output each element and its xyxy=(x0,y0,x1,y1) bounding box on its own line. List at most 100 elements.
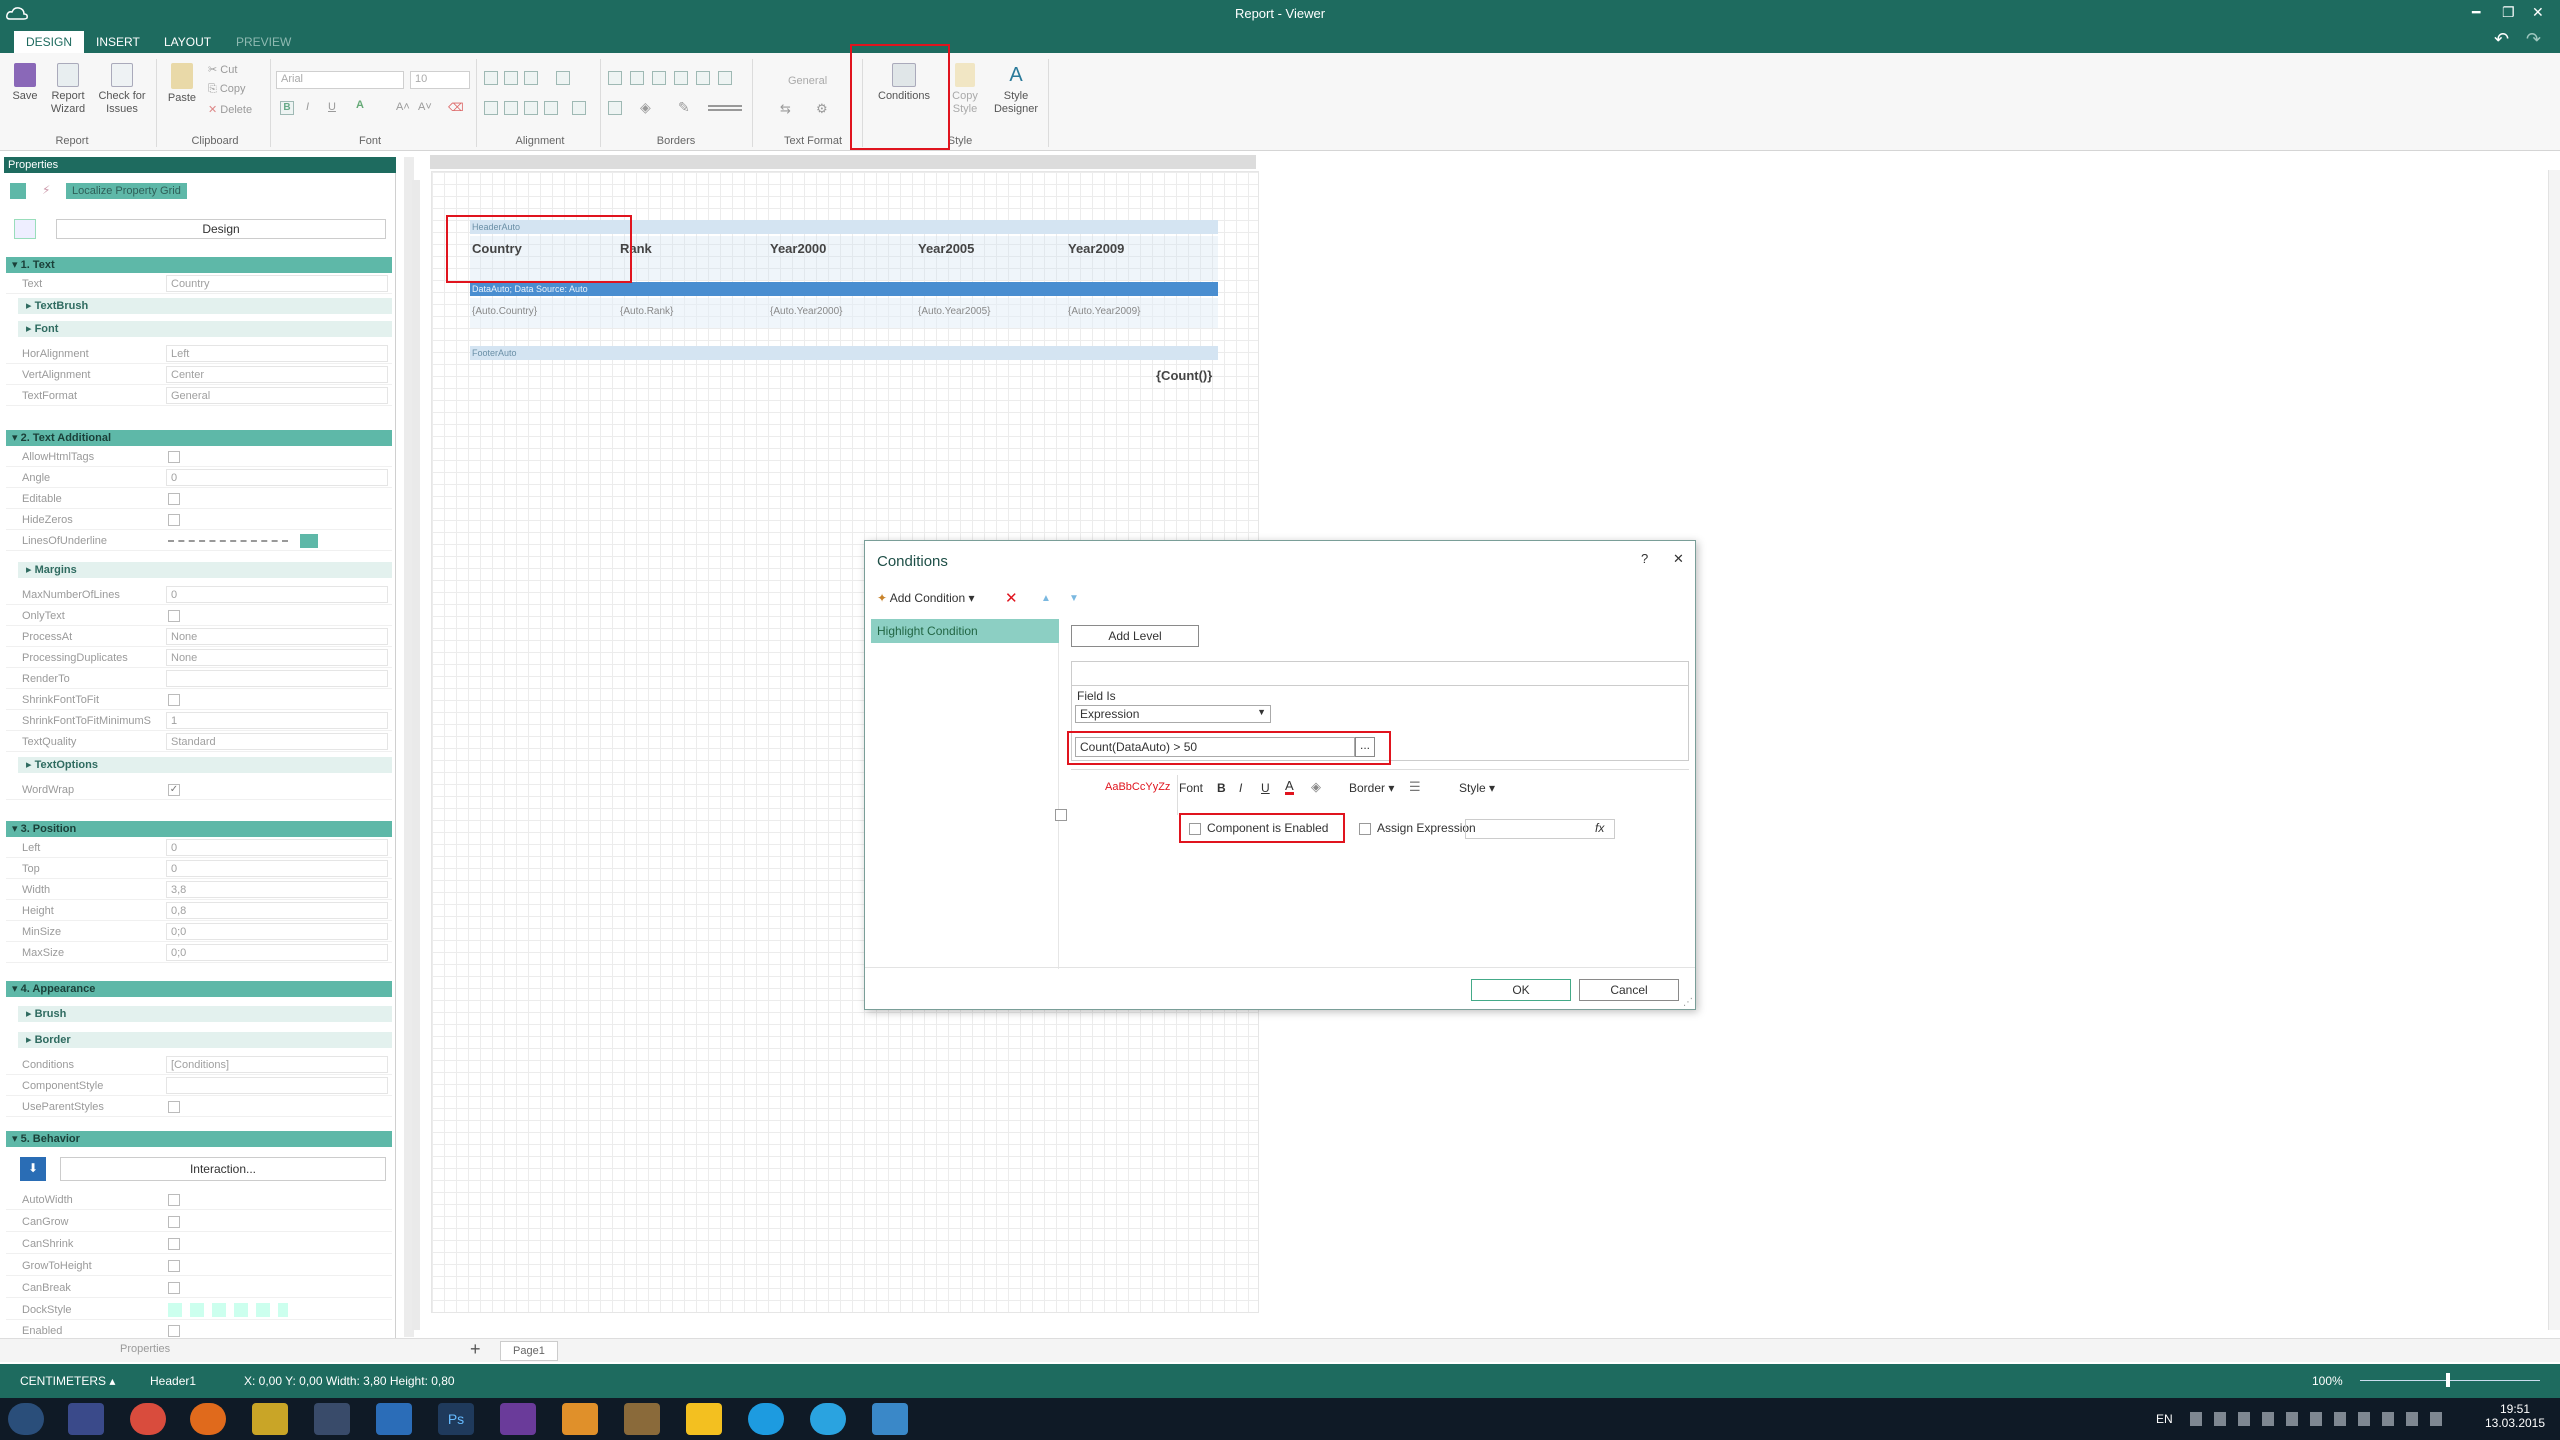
taskbar-app-icon[interactable] xyxy=(68,1403,104,1435)
font-button[interactable]: Font xyxy=(1179,781,1203,795)
clock[interactable]: 19:51 13.03.2015 xyxy=(2480,1402,2550,1430)
prop-textformat[interactable]: TextFormat General xyxy=(6,386,392,406)
prop-angle[interactable]: Angle 0 xyxy=(6,468,392,488)
data-cell[interactable]: {Auto.Country} xyxy=(472,306,537,317)
align-right-icon[interactable] xyxy=(524,101,538,115)
taskbar-app-icon[interactable] xyxy=(624,1403,660,1435)
data-cell[interactable]: {Auto.Rank} xyxy=(620,306,673,317)
font-color-button[interactable]: A xyxy=(356,99,364,111)
firefox-icon[interactable] xyxy=(190,1403,226,1435)
underline-button[interactable]: U xyxy=(328,101,336,113)
subcat-margins[interactable]: ▸ Margins xyxy=(18,562,392,578)
subcat-textoptions[interactable]: ▸ TextOptions xyxy=(18,757,392,773)
grow-font-button[interactable]: A˄ xyxy=(396,101,410,113)
skype-icon[interactable] xyxy=(748,1403,784,1435)
tab-layout[interactable]: LAYOUT xyxy=(152,31,223,53)
prop-vertalignment[interactable]: VertAlignment Center xyxy=(6,365,392,385)
bold-button[interactable]: B xyxy=(280,101,294,115)
prop-processingduplicates[interactable]: ProcessingDuplicates None xyxy=(6,648,392,668)
properties-tab[interactable]: Properties xyxy=(120,1343,170,1355)
prop-left[interactable]: Left 0 xyxy=(6,838,392,858)
prop-autowidth[interactable]: AutoWidth xyxy=(6,1190,392,1210)
tray-icons[interactable] xyxy=(2190,1412,2450,1426)
tab-insert[interactable]: INSERT xyxy=(84,31,152,53)
tab-preview[interactable]: PREVIEW xyxy=(224,31,303,53)
prop-componentstyle[interactable]: ComponentStyle xyxy=(6,1076,392,1096)
interaction-icon[interactable]: ⬇ xyxy=(20,1157,46,1181)
category-text-additional[interactable]: ▾ 2. Text Additional xyxy=(6,430,392,446)
prop-maxsize[interactable]: MaxSize 0;0 xyxy=(6,943,392,963)
zoom-thumb[interactable] xyxy=(2446,1373,2450,1387)
prop-textquality[interactable]: TextQuality Standard xyxy=(6,732,392,752)
prop-renderto[interactable]: RenderTo xyxy=(6,669,392,689)
font-name-combo[interactable]: Arial xyxy=(276,71,404,89)
interaction-button[interactable]: Interaction... xyxy=(60,1157,386,1181)
align-middle-icon[interactable] xyxy=(504,71,518,85)
photoshop-icon[interactable]: Ps xyxy=(438,1403,474,1435)
border-color-icon[interactable]: ✎ xyxy=(678,99,690,116)
taskbar-app-icon[interactable] xyxy=(252,1403,288,1435)
assign-expression-input[interactable] xyxy=(1465,819,1615,839)
prop-shrinkfonttofitminimum[interactable]: ShrinkFontToFitMinimumS 1 xyxy=(6,711,392,731)
border-right-icon[interactable] xyxy=(696,71,710,85)
data-band[interactable]: DataAuto; Data Source: Auto xyxy=(470,282,1218,296)
move-down-icon[interactable]: ▼ xyxy=(1069,593,1079,604)
design-icon[interactable] xyxy=(14,219,36,239)
prop-wordwrap[interactable]: WordWrap ✓ xyxy=(6,780,392,800)
prop-minsize[interactable]: MinSize 0;0 xyxy=(6,922,392,942)
tab-design[interactable]: DESIGN xyxy=(14,31,85,53)
resize-grip-icon[interactable]: ⋰ xyxy=(1683,997,1693,1008)
assign-expression-checkbox[interactable] xyxy=(1359,823,1371,835)
category-text[interactable]: ▾ 1. Text xyxy=(6,257,392,273)
prop-dockstyle[interactable]: DockStyle xyxy=(6,1300,392,1320)
prop-hidezeros[interactable]: HideZeros xyxy=(6,510,392,530)
shrink-font-button[interactable]: A˅ xyxy=(418,101,432,113)
underline-styles-icon[interactable] xyxy=(168,540,288,542)
visual-studio-icon[interactable] xyxy=(500,1403,536,1435)
undo-icon[interactable]: ↶ xyxy=(2494,29,2509,50)
paste-button[interactable]: Paste xyxy=(164,63,200,104)
prop-growtoheight[interactable]: GrowToHeight xyxy=(6,1256,392,1276)
prop-maxnumberoflines[interactable]: MaxNumberOfLines 0 xyxy=(6,585,392,605)
design-button[interactable]: Design xyxy=(56,219,386,239)
save-button[interactable]: Save xyxy=(8,63,42,102)
border-style-icon[interactable] xyxy=(708,105,742,111)
style-designer-button[interactable]: A Style Designer xyxy=(990,63,1042,116)
footer-band[interactable]: FooterAuto xyxy=(470,346,1218,360)
prop-canbreak[interactable]: CanBreak xyxy=(6,1278,392,1298)
events-icon[interactable]: ⚡ xyxy=(42,183,50,197)
delete-button[interactable]: ✕ Delete xyxy=(208,103,252,116)
data-cell[interactable]: {Auto.Year2009} xyxy=(1068,306,1140,317)
footer-count[interactable]: {Count()} xyxy=(1156,368,1212,383)
list-icon[interactable]: ☰ xyxy=(1409,779,1421,795)
taskbar-app-icon[interactable] xyxy=(562,1403,598,1435)
copy-button[interactable]: ⎘ Copy xyxy=(208,83,246,96)
prop-editable[interactable]: Editable xyxy=(6,489,392,509)
italic-toggle[interactable]: I xyxy=(1239,781,1242,795)
align-left-icon[interactable] xyxy=(484,101,498,115)
categorized-icon[interactable] xyxy=(10,183,26,199)
word-wrap-icon[interactable] xyxy=(572,101,586,115)
category-behavior[interactable]: ▾ 5. Behavior xyxy=(6,1131,392,1147)
border-bottom-icon[interactable] xyxy=(718,71,732,85)
prop-allowhtmltags[interactable]: AllowHtmlTags xyxy=(6,447,392,467)
prop-width[interactable]: Width 3,8 xyxy=(6,880,392,900)
cancel-button[interactable]: Cancel xyxy=(1579,979,1679,1001)
prop-cangrow[interactable]: CanGrow xyxy=(6,1212,392,1232)
prop-processat[interactable]: ProcessAt None xyxy=(6,627,392,647)
prop-shrinkfonttofit[interactable]: ShrinkFontToFit xyxy=(6,690,392,710)
zoom-slider[interactable] xyxy=(2360,1380,2540,1381)
data-cell[interactable]: {Auto.Year2005} xyxy=(918,306,990,317)
border-none-icon[interactable] xyxy=(630,71,644,85)
dock-style-icons[interactable] xyxy=(168,1303,288,1317)
close-dialog-button[interactable]: ✕ xyxy=(1673,551,1684,567)
start-icon[interactable] xyxy=(8,1403,44,1435)
move-up-icon[interactable]: ▲ xyxy=(1041,593,1051,604)
prop-height[interactable]: Height 0,8 xyxy=(6,901,392,921)
report-viewer-taskbar-icon[interactable] xyxy=(872,1403,908,1435)
prop-useparentstyles[interactable]: UseParentStyles xyxy=(6,1097,392,1117)
data-cell[interactable]: {Auto.Year2000} xyxy=(770,306,842,317)
category-appearance[interactable]: ▾ 4. Appearance xyxy=(6,981,392,997)
prop-onlytext[interactable]: OnlyText xyxy=(6,606,392,626)
rotate-icon[interactable] xyxy=(556,71,570,85)
